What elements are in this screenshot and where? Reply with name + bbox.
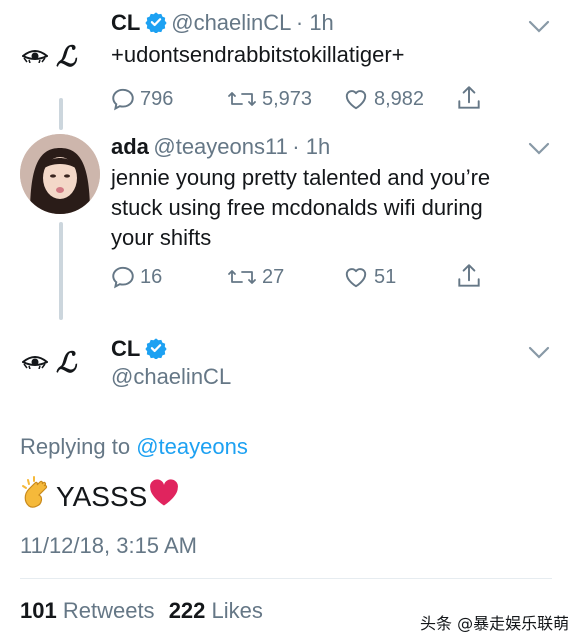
- tweet1-header: CL @chaelinCL · 1h: [111, 10, 334, 36]
- reply-count: 16: [140, 265, 163, 288]
- tweet2-text-line: stuck using free mcdonalds wifi during: [111, 195, 483, 220]
- tweet1-text: +udontsendrabbitstokillatiger+: [111, 42, 405, 67]
- retweet-button[interactable]: 5,973: [226, 86, 312, 112]
- cl-letter-logo: ℒ: [56, 348, 77, 379]
- tweet2-actions: 16 27 51: [110, 262, 510, 294]
- tweet-text: YASSS: [56, 480, 148, 512]
- likes-label: Likes: [211, 598, 263, 623]
- replying-to-handle[interactable]: @teayeons: [136, 434, 248, 459]
- retweets-count: 101: [20, 598, 57, 623]
- likes-count: 222: [168, 598, 206, 623]
- likes-stat[interactable]: 222 Likes: [169, 598, 263, 623]
- reply-icon: [110, 264, 136, 290]
- retweet-button[interactable]: 27: [226, 264, 284, 290]
- share-button[interactable]: [456, 262, 482, 290]
- tweet2-author-name[interactable]: ada: [111, 134, 149, 159]
- retweets-label: Retweets: [62, 598, 155, 623]
- tweet2-text-line: jennie young pretty talented and you’re: [111, 165, 491, 190]
- retweet-count: 5,973: [262, 87, 313, 110]
- reply-icon: [110, 86, 136, 112]
- reply-count: 796: [140, 87, 174, 110]
- red-heart-icon: [149, 479, 179, 514]
- retweet-icon: [226, 86, 258, 112]
- tweet1-author-name[interactable]: CL: [111, 10, 140, 35]
- tweet1-handle[interactable]: @chaelinCL: [171, 10, 291, 35]
- retweet-count: 27: [262, 265, 285, 288]
- share-icon: [456, 84, 482, 112]
- chevron-down-icon[interactable]: [528, 346, 550, 360]
- cl-logo[interactable]: ℒ: [21, 346, 77, 380]
- tweet1-time[interactable]: · 1h: [296, 10, 334, 35]
- watermark: 头条 @暴走娱乐联萌: [420, 614, 568, 633]
- chevron-down-icon[interactable]: [528, 142, 550, 156]
- replying-to: Replying to @teayeons: [20, 434, 248, 460]
- reply-button[interactable]: 16: [110, 264, 162, 290]
- like-count: 8,982: [374, 87, 425, 110]
- like-button[interactable]: 51: [342, 264, 396, 290]
- share-icon: [456, 262, 482, 290]
- chevron-down-icon[interactable]: [528, 20, 550, 34]
- divider: [20, 578, 552, 579]
- main-author-handle[interactable]: @chaelinCL: [111, 364, 231, 390]
- engagement-stats: 101 Retweets 222 Likes: [20, 598, 263, 624]
- tweet2-time[interactable]: · 1h: [292, 134, 330, 159]
- verified-badge-icon: [145, 337, 167, 360]
- retweets-stat[interactable]: 101 Retweets: [20, 598, 161, 623]
- tweet2-text: jennie young pretty talented and you’re …: [111, 163, 490, 253]
- tweet2-header: ada @teayeons11 · 1h: [111, 134, 330, 160]
- eye-logo-icon: [21, 352, 49, 375]
- like-button[interactable]: 8,982: [342, 86, 424, 112]
- replying-to-label: Replying to: [20, 434, 131, 459]
- clapping-hands-icon: [20, 476, 54, 517]
- tweet2-text-line: your shifts: [111, 225, 212, 250]
- heart-icon: [342, 86, 370, 112]
- main-tweet-text: YASSS: [20, 476, 179, 517]
- main-tweet-header: CL: [111, 336, 167, 362]
- tweet1-actions: 796 5,973 8,982: [110, 84, 510, 116]
- reply-button[interactable]: 796: [110, 86, 173, 112]
- share-button[interactable]: [456, 84, 482, 112]
- eye-logo-icon: [21, 46, 49, 69]
- cl-letter-logo: ℒ: [56, 42, 77, 73]
- thread-line: [59, 98, 63, 130]
- verified-badge-icon: [145, 11, 167, 34]
- retweet-icon: [226, 264, 258, 290]
- avatar[interactable]: [20, 134, 100, 214]
- thread-line: [59, 222, 63, 320]
- tweet2-handle[interactable]: @teayeons11: [153, 134, 287, 159]
- heart-icon: [342, 264, 370, 290]
- main-author-name[interactable]: CL: [111, 336, 140, 361]
- cl-logo[interactable]: ℒ: [21, 40, 77, 74]
- tweet-timestamp[interactable]: 11/12/18, 3:15 AM: [20, 533, 197, 559]
- like-count: 51: [374, 265, 397, 288]
